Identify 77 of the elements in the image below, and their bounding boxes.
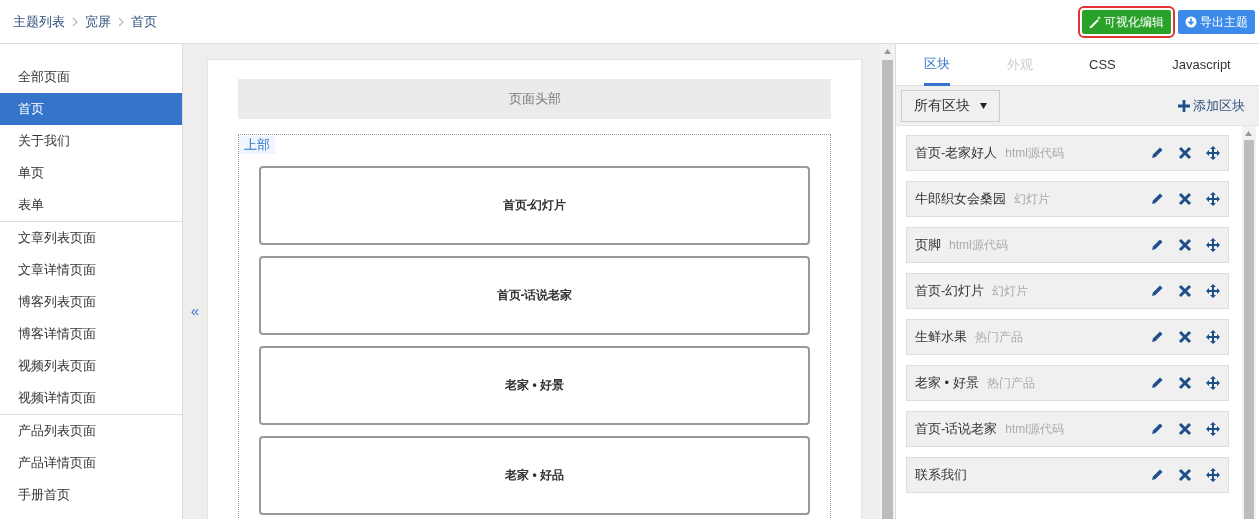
scrollbar[interactable]: [880, 44, 895, 519]
scroll-up-icon[interactable]: [1245, 131, 1252, 136]
sidebar-item[interactable]: 文章列表页面: [0, 222, 182, 254]
sidebar-item[interactable]: 全部页面: [0, 61, 182, 93]
block-type: 热门产品: [975, 329, 1023, 347]
block-name: 页脚: [915, 236, 941, 255]
sidebar-item[interactable]: 产品详情页面: [0, 447, 182, 479]
page-header-block: 页面头部: [238, 79, 831, 119]
block-name: 首页-话说老家: [915, 420, 998, 439]
close-icon[interactable]: [1178, 192, 1192, 206]
breadcrumb-link[interactable]: 主题列表: [13, 11, 65, 32]
module-block[interactable]: 首页-话说老家: [259, 255, 810, 335]
edit-icon[interactable]: [1150, 376, 1164, 390]
sidebar-item[interactable]: 博客列表页面: [0, 286, 182, 318]
sidebar-item[interactable]: 手册首页: [0, 479, 182, 511]
block-type: html源代码: [949, 237, 1008, 255]
block-name: 首页-幻灯片: [915, 282, 985, 301]
region-label: 上部: [239, 136, 275, 154]
sidebar-item[interactable]: 视频详情页面: [0, 382, 182, 414]
plus-icon: [1177, 99, 1190, 112]
edit-icon[interactable]: [1150, 422, 1164, 436]
block-type: 幻灯片: [992, 283, 1029, 301]
edit-icon[interactable]: [1150, 238, 1164, 252]
scroll-up-icon[interactable]: [884, 49, 891, 54]
sidebar-item[interactable]: 表单: [0, 189, 182, 221]
block-type: html源代码: [1005, 145, 1064, 163]
block-name: 生鲜水果: [915, 328, 967, 347]
block-name: 老家 • 好景: [915, 374, 979, 393]
close-icon[interactable]: [1178, 468, 1192, 482]
sidebar-item[interactable]: 产品列表页面: [0, 415, 182, 447]
move-icon[interactable]: [1206, 422, 1220, 436]
edit-icon[interactable]: [1150, 146, 1164, 160]
close-icon[interactable]: [1178, 376, 1192, 390]
collapse-toggle[interactable]: «: [190, 302, 200, 320]
sidebar-item[interactable]: 博客详情页面: [0, 318, 182, 350]
download-icon: [1184, 15, 1197, 28]
close-icon[interactable]: [1178, 422, 1192, 436]
move-icon[interactable]: [1206, 146, 1220, 160]
move-icon[interactable]: [1206, 376, 1220, 390]
block-type: 热门产品: [986, 375, 1035, 393]
edit-icon[interactable]: [1150, 192, 1164, 206]
scrollbar[interactable]: [1242, 126, 1256, 519]
panel-tab[interactable]: CSS: [1089, 44, 1116, 86]
block-filter-dropdown[interactable]: 所有区块: [901, 89, 1000, 122]
close-icon[interactable]: [1178, 238, 1192, 252]
breadcrumb-link[interactable]: 首页: [131, 11, 157, 32]
sidebar-item[interactable]: 首页: [0, 93, 182, 125]
sidebar-item[interactable]: 文章详情页面: [0, 254, 182, 286]
panel-tab[interactable]: Javascript: [1172, 44, 1231, 86]
sidebar-item[interactable]: 单页: [0, 157, 182, 189]
module-block[interactable]: 老家 • 好景: [259, 345, 810, 425]
move-icon[interactable]: [1206, 238, 1220, 252]
close-icon[interactable]: [1178, 146, 1192, 160]
module-block[interactable]: 首页-幻灯片: [259, 165, 810, 245]
breadcrumb-link[interactable]: 宽屏: [85, 11, 111, 32]
caret-icon: [980, 102, 987, 109]
block-type: 幻灯片: [1014, 191, 1050, 209]
block-name: 牛郎织女会桑园: [915, 190, 1006, 209]
edit-icon[interactable]: [1150, 330, 1164, 344]
move-icon[interactable]: [1206, 330, 1220, 344]
block-name: 联系我们: [915, 466, 967, 485]
sidebar-item[interactable]: 关于我们: [0, 125, 182, 157]
close-icon[interactable]: [1178, 330, 1192, 344]
edit-icon[interactable]: [1150, 284, 1164, 298]
magic-wand-icon: [1089, 15, 1101, 28]
sidebar-item[interactable]: 视频列表页面: [0, 350, 182, 382]
move-icon[interactable]: [1206, 192, 1220, 206]
edit-icon[interactable]: [1150, 468, 1164, 482]
chevron-icon: [72, 16, 78, 27]
block-type: html源代码: [1005, 421, 1064, 439]
move-icon[interactable]: [1206, 284, 1220, 298]
close-icon[interactable]: [1178, 284, 1192, 298]
block-name: 首页-老家好人: [915, 144, 998, 163]
move-icon[interactable]: [1206, 468, 1220, 482]
add-block-button[interactable]: 添加区块: [1177, 95, 1245, 116]
chevron-icon: [118, 16, 124, 27]
module-block[interactable]: 老家 • 好品: [259, 435, 810, 515]
